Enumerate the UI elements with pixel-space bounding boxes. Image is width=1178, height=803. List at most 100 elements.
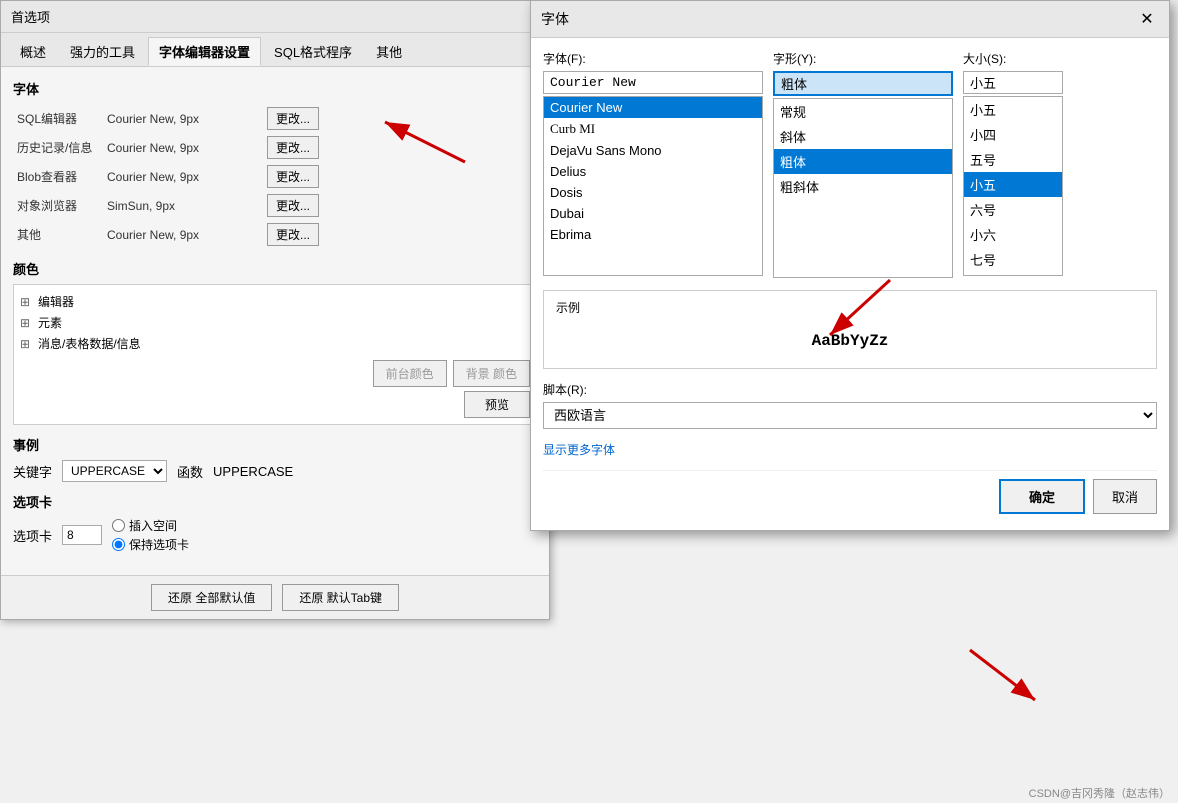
- tab-section: 选项卡 选项卡 8 插入空间 保持选项卡: [13, 492, 537, 553]
- font-style-input[interactable]: [773, 71, 953, 96]
- tab-tools[interactable]: 强力的工具: [59, 37, 146, 66]
- font-list[interactable]: Courier New Curb MI DejaVu Sans Mono Del…: [543, 96, 763, 276]
- dialog-title-bar: 字体 ✕: [531, 1, 1169, 38]
- font-col-label: 字体(F):: [543, 50, 763, 67]
- list-item[interactable]: Delius: [544, 161, 762, 182]
- object-change-btn[interactable]: 更改...: [267, 194, 319, 217]
- plus-icon-editor: ⊞: [20, 295, 34, 309]
- list-item[interactable]: 五号: [964, 147, 1062, 172]
- red-arrow-1: [375, 112, 475, 172]
- font-size-input[interactable]: [963, 71, 1063, 94]
- color-editor-item: ⊞ 编辑器: [20, 291, 530, 312]
- list-item[interactable]: 小四: [964, 122, 1062, 147]
- list-item[interactable]: 八号: [964, 272, 1062, 276]
- font-dialog: 字体 ✕ 字体(F): Courier New Curb MI DejaVu S…: [530, 0, 1170, 531]
- list-item[interactable]: Curb MI: [544, 118, 762, 140]
- radio-group: 插入空间 保持选项卡: [112, 517, 189, 553]
- fg-color-btn[interactable]: 前台颜色: [373, 360, 447, 387]
- tab-input[interactable]: 8: [62, 525, 102, 545]
- close-button[interactable]: ✕: [1135, 7, 1159, 31]
- other-font-label: 其他: [13, 220, 103, 249]
- radio-keep-tab[interactable]: 保持选项卡: [112, 536, 189, 553]
- radio-insert-space[interactable]: 插入空间: [112, 517, 189, 534]
- sql-editor-change-btn[interactable]: 更改...: [267, 107, 319, 130]
- blob-change-btn[interactable]: 更改...: [267, 165, 319, 188]
- sql-editor-label: SQL编辑器: [13, 104, 103, 133]
- history-label: 历史记录/信息: [13, 133, 103, 162]
- color-buttons: 前台颜色 背景 颜色: [20, 360, 530, 387]
- font-section-title: 字体: [13, 79, 537, 98]
- main-title: 首选项: [11, 10, 50, 25]
- list-item[interactable]: 小五: [964, 97, 1062, 122]
- restore-all-btn[interactable]: 还原 全部默认值: [151, 584, 272, 611]
- list-item[interactable]: DejaVu Sans Mono: [544, 140, 762, 161]
- tab-section-title: 选项卡: [13, 492, 537, 511]
- red-arrow-2: [820, 270, 900, 350]
- object-label: 对象浏览器: [13, 191, 103, 220]
- color-message-label: 消息/表格数据/信息: [38, 335, 141, 352]
- object-value: SimSun, 9px: [103, 191, 263, 220]
- history-value: Courier New, 9px: [103, 133, 263, 162]
- list-item[interactable]: 小六: [964, 222, 1062, 247]
- script-select[interactable]: 西欧语言: [543, 402, 1157, 429]
- event-section-title: 事例: [13, 435, 537, 454]
- color-message-item: ⊞ 消息/表格数据/信息: [20, 333, 530, 354]
- font-name-input[interactable]: [543, 71, 763, 94]
- table-row: 其他 Courier New, 9px 更改...: [13, 220, 537, 249]
- dialog-buttons: 确定 取消: [543, 470, 1157, 518]
- blob-label: Blob查看器: [13, 162, 103, 191]
- list-item[interactable]: Dosis: [544, 182, 762, 203]
- dialog-title: 字体: [541, 9, 569, 29]
- ok-button[interactable]: 确定: [999, 479, 1085, 514]
- plus-icon-element: ⊞: [20, 316, 34, 330]
- main-title-bar: 首选项: [1, 1, 549, 33]
- list-item[interactable]: Dubai: [544, 203, 762, 224]
- font-columns: 字体(F): Courier New Curb MI DejaVu Sans M…: [543, 50, 1157, 278]
- style-col-label: 字形(Y):: [773, 50, 953, 67]
- preview-btn[interactable]: 预览: [464, 391, 530, 418]
- tab-overview[interactable]: 概述: [9, 37, 57, 66]
- font-size-list[interactable]: 小五 小四 五号 小五 六号 小六 七号 八号: [963, 96, 1063, 276]
- other-change-btn[interactable]: 更改...: [267, 223, 319, 246]
- color-element-item: ⊞ 元素: [20, 312, 530, 333]
- history-change-btn[interactable]: 更改...: [267, 136, 319, 159]
- list-item[interactable]: 斜体: [774, 124, 952, 149]
- table-row: 对象浏览器 SimSun, 9px 更改...: [13, 191, 537, 220]
- main-bottom-bar: 还原 全部默认值 还原 默认Tab键: [1, 575, 549, 619]
- preview-area: 预览: [20, 391, 530, 418]
- font-size-column: 大小(S): 小五 小四 五号 小五 六号 小六 七号 八号: [963, 50, 1063, 278]
- font-name-column: 字体(F): Courier New Curb MI DejaVu Sans M…: [543, 50, 763, 278]
- font-style-column: 字形(Y): 常规 斜体 粗体 粗斜体: [773, 50, 953, 278]
- list-item[interactable]: 粗体: [774, 149, 952, 174]
- tab-other[interactable]: 其他: [365, 37, 413, 66]
- cancel-button[interactable]: 取消: [1093, 479, 1157, 514]
- font-style-list[interactable]: 常规 斜体 粗体 粗斜体: [773, 98, 953, 278]
- restore-tab-btn[interactable]: 还原 默认Tab键: [282, 584, 399, 611]
- list-item[interactable]: Courier New: [544, 97, 762, 118]
- plus-icon-message: ⊞: [20, 337, 34, 351]
- tab-font-editor[interactable]: 字体编辑器设置: [148, 37, 261, 66]
- list-item[interactable]: 七号: [964, 247, 1062, 272]
- more-fonts-link[interactable]: 显示更多字体: [543, 441, 1157, 458]
- color-editor-label: 编辑器: [38, 293, 74, 310]
- keyword-select[interactable]: UPPERCASE lowercase As typed: [62, 460, 167, 482]
- list-item[interactable]: Ebrima: [544, 224, 762, 245]
- tab-label: 选项卡: [13, 526, 52, 545]
- event-section: 事例 关键字 UPPERCASE lowercase As typed 函数 U…: [13, 435, 537, 482]
- list-item[interactable]: 小五: [964, 172, 1062, 197]
- function-label: 函数: [177, 462, 203, 481]
- list-item[interactable]: 六号: [964, 197, 1062, 222]
- bg-color-btn[interactable]: 背景 颜色: [453, 360, 530, 387]
- tab-sql[interactable]: SQL格式程序: [263, 37, 363, 66]
- size-col-label: 大小(S):: [963, 50, 1063, 67]
- script-section: 脚本(R): 西欧语言: [543, 381, 1157, 429]
- color-section: ⊞ 编辑器 ⊞ 元素 ⊞ 消息/表格数据/信息 前台颜色 背景 颜色 预览: [13, 284, 537, 425]
- tab-row: 选项卡 8 插入空间 保持选项卡: [13, 517, 537, 553]
- list-item[interactable]: 常规: [774, 99, 952, 124]
- function-value: UPPERCASE: [213, 464, 293, 479]
- other-font-value: Courier New, 9px: [103, 220, 263, 249]
- keyword-label: 关键字: [13, 462, 52, 481]
- sql-editor-value: Courier New, 9px: [103, 104, 263, 133]
- list-item[interactable]: 粗斜体: [774, 174, 952, 199]
- watermark: CSDN@吉冈秀隆（赵志伟）: [1029, 785, 1170, 801]
